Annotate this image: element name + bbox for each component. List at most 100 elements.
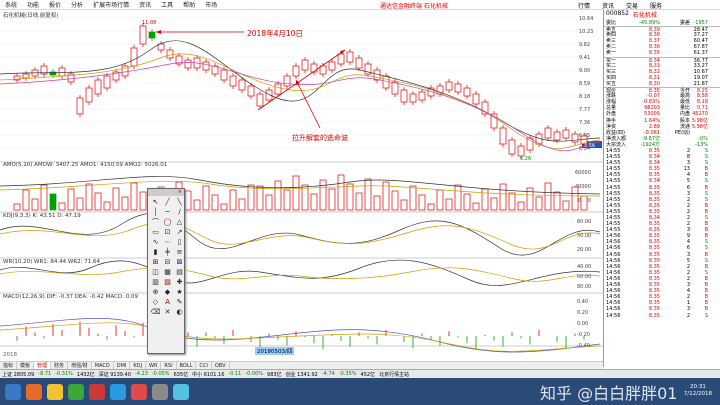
candle-body bbox=[166, 49, 174, 59]
amo-tick-label: 60000 bbox=[575, 170, 591, 176]
rmenu-trade[interactable]: 交易 bbox=[620, 1, 644, 10]
drawing-tool-icon[interactable]: ╲ bbox=[174, 198, 185, 207]
start-button-icon[interactable] bbox=[5, 383, 21, 400]
drawing-tool-icon[interactable]: ⋯ bbox=[162, 238, 173, 247]
menu-function[interactable]: 功能 bbox=[22, 0, 44, 9]
drawing-tool-icon[interactable]: ⊠ bbox=[174, 258, 185, 267]
bid-row-cell bbox=[660, 81, 690, 87]
drawing-tool-icon[interactable]: ◇ bbox=[150, 298, 161, 307]
rmenu-quote[interactable]: 行情 bbox=[572, 1, 596, 10]
indicator-tab[interactable]: 增强/财 bbox=[68, 362, 92, 369]
rmenu-service[interactable]: 服务 bbox=[644, 1, 668, 10]
volume-bar bbox=[292, 175, 300, 211]
drawing-tool-icon[interactable]: ✕ bbox=[162, 308, 173, 317]
drawing-tool-icon[interactable]: ⌫ bbox=[150, 308, 161, 317]
drawing-tool-icon[interactable]: ⌒ bbox=[150, 218, 161, 227]
app-icon-gray[interactable] bbox=[152, 383, 168, 400]
drawing-tool-icon[interactable]: ✎ bbox=[174, 298, 185, 307]
indicator-tab[interactable]: 财务 bbox=[51, 362, 69, 369]
trading-app-icon[interactable] bbox=[131, 383, 147, 400]
drawing-tool-icon[interactable]: ⊕ bbox=[150, 288, 161, 297]
ask-row-cell: 61.37 bbox=[693, 50, 708, 57]
drawing-tool-icon[interactable]: ◆ bbox=[162, 288, 173, 297]
candle-body bbox=[220, 69, 228, 81]
drawing-tool-icon[interactable]: ✚ bbox=[174, 278, 185, 287]
indicator-tab[interactable]: MACD bbox=[92, 362, 114, 369]
indicator-tab[interactable]: CCI bbox=[196, 362, 212, 369]
drawing-tool-icon[interactable]: ◐ bbox=[174, 308, 185, 317]
drawing-tool-icon[interactable]: ─ bbox=[162, 208, 173, 217]
drawing-tool-icon[interactable]: A bbox=[162, 298, 173, 307]
chart-canvas[interactable]: 10.64 10.23 9.82 9.41 9.00 8.59 8.18 7.77 7.36 6.… bbox=[0, 10, 603, 361]
drawing-tool-icon[interactable]: ▮ bbox=[150, 248, 161, 257]
kline-chart-area[interactable]: 10.64 10.23 9.82 9.41 9.00 8.59 8.18 7.77 7.36 6.… bbox=[0, 10, 603, 367]
windows-taskbar: 知乎 @白白胖胖01 20:31 7/12/2018 bbox=[0, 378, 720, 405]
drawing-tool-icon[interactable]: ∕ bbox=[174, 208, 185, 217]
drawing-tool-icon[interactable]: │ bbox=[150, 208, 161, 217]
menu-news[interactable]: 资讯 bbox=[134, 0, 156, 9]
volume-bar bbox=[544, 182, 552, 211]
drawing-tool-icon[interactable]: ↖ bbox=[150, 198, 161, 207]
indicator-tab[interactable]: DMI bbox=[114, 362, 131, 369]
app-icon-green[interactable] bbox=[68, 383, 84, 400]
menu-system[interactable]: 系统 bbox=[0, 0, 22, 9]
drawing-tool-icon[interactable]: ≡ bbox=[174, 248, 185, 257]
status-item: -0.05% bbox=[151, 371, 170, 377]
indicator-tab[interactable]: RSI bbox=[161, 362, 177, 369]
drawing-tool-icon[interactable]: ◫ bbox=[150, 268, 161, 277]
volume-bar bbox=[184, 190, 192, 211]
order-ratio-row-cell: 委差 bbox=[679, 20, 690, 26]
drawing-tool-icon[interactable]: ▦ bbox=[162, 268, 173, 277]
tick-row: 14:56 8.35 2 S bbox=[604, 313, 720, 319]
menu-quote[interactable]: 报价 bbox=[44, 0, 66, 9]
browser-icon[interactable] bbox=[26, 383, 42, 400]
drawing-tool-icon[interactable]: ⊞ bbox=[150, 258, 161, 267]
rmenu-news[interactable]: 资讯 bbox=[596, 1, 620, 10]
drawing-tool-icon[interactable]: ⊟ bbox=[162, 258, 173, 267]
app-icon-red[interactable] bbox=[89, 383, 105, 400]
drawing-tool-icon[interactable]: ▯ bbox=[174, 238, 185, 247]
palette-close-icon[interactable]: × bbox=[148, 189, 184, 196]
indicator-tab[interactable]: KDJ bbox=[130, 362, 146, 369]
market-label[interactable]: 市场 bbox=[200, 0, 222, 9]
volume-bar bbox=[121, 196, 129, 211]
indicator-tab[interactable]: WR bbox=[146, 362, 162, 369]
volume-bar bbox=[346, 183, 354, 211]
drawing-tool-icon[interactable]: ▭ bbox=[150, 228, 161, 237]
volume-bar bbox=[94, 192, 102, 211]
drawing-tools-palette[interactable]: × ↖ ╱ ╲ │ ─ ∕ ⌒ ◯ △ ▭ ⊡ ↗ ∿ ⋯ ▯ ▮ ╪ ≡ ⊞ ⊟ ⊠ ◫ ▦ ▤ ▥ ▧ ✚ ⊕ ◆ ★ ◇ A ✎ ⌫ ✕ ◐ bbox=[147, 188, 185, 354]
indicator-tab[interactable]: 管理 bbox=[34, 362, 52, 369]
indicator-tab[interactable]: OBV bbox=[212, 362, 230, 369]
candle-body bbox=[517, 145, 525, 157]
drawing-tool-icon[interactable]: ╪ bbox=[162, 248, 173, 257]
status-item: 创业 1341.92 bbox=[285, 371, 318, 378]
indicator-tab[interactable]: 模板 bbox=[17, 362, 35, 369]
volume-bar bbox=[103, 201, 111, 211]
indicator-tab[interactable]: 指标 bbox=[0, 362, 18, 369]
order-ratio-row-cell: -1957 bbox=[693, 20, 708, 26]
candle-body bbox=[22, 73, 30, 79]
candle-body bbox=[571, 133, 579, 143]
drawing-tool-icon[interactable]: △ bbox=[174, 218, 185, 227]
volume-bar bbox=[436, 189, 444, 211]
drawing-tool-icon[interactable]: ★ bbox=[174, 288, 185, 297]
qq-icon[interactable] bbox=[110, 383, 126, 400]
menu-help[interactable]: 帮助 bbox=[178, 0, 200, 9]
menu-tools[interactable]: 工具 bbox=[156, 0, 178, 9]
drawing-tool-icon[interactable]: ↗ bbox=[174, 228, 185, 237]
candle-body bbox=[544, 127, 552, 139]
indicator-tab[interactable]: BOLL bbox=[177, 362, 197, 369]
drawing-tool-icon[interactable]: ◯ bbox=[162, 218, 173, 227]
app-icon-blue[interactable] bbox=[173, 383, 189, 400]
drawing-tool-icon[interactable]: ▧ bbox=[162, 278, 173, 287]
drawing-tool-icon[interactable]: ∿ bbox=[150, 238, 161, 247]
menu-extended-market[interactable]: 扩展市场行情 bbox=[88, 0, 134, 9]
drawing-tool-icon[interactable]: ▤ bbox=[174, 268, 185, 277]
candle-body bbox=[130, 47, 138, 67]
drawing-tool-icon[interactable]: ╱ bbox=[162, 198, 173, 207]
drawing-tool-icon[interactable]: ⊡ bbox=[162, 228, 173, 237]
menu-analysis[interactable]: 分析 bbox=[66, 0, 88, 9]
folder-icon[interactable] bbox=[47, 383, 63, 400]
drawing-tool-icon[interactable]: ▥ bbox=[150, 278, 161, 287]
ask-row-cell: 卖一 bbox=[606, 50, 617, 57]
